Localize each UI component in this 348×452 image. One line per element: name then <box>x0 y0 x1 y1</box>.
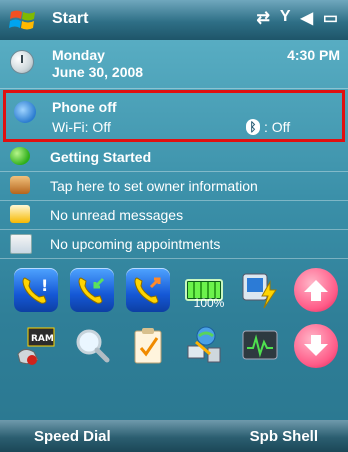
tasks-clipboard-icon[interactable] <box>126 324 170 368</box>
title-text[interactable]: Start <box>52 10 88 28</box>
clock-icon <box>10 50 34 74</box>
soft-key-bar: Speed Dial Spb Shell <box>0 420 348 452</box>
outgoing-call-phone-icon[interactable] <box>126 268 170 312</box>
date-day: Monday <box>52 47 105 63</box>
date-full: June 30, 2008 <box>52 64 144 80</box>
task-manager-icon[interactable] <box>238 324 282 368</box>
search-icon[interactable] <box>70 324 114 368</box>
sync-connect-icon[interactable] <box>182 324 226 368</box>
data-connection-off-icon[interactable]: ⇄ <box>256 8 269 28</box>
status-icons: ⇄ Y ◀ ▭ <box>256 8 338 28</box>
owner-info-icon <box>10 176 30 194</box>
appointments-label: No upcoming appointments <box>50 236 221 252</box>
svg-text:!: ! <box>41 276 48 295</box>
spb-shell-softkey[interactable]: Spb Shell <box>250 428 318 445</box>
wifi-status: Wi-Fi: Off <box>52 119 111 135</box>
power-settings-icon[interactable] <box>238 268 282 312</box>
scroll-down-icon[interactable] <box>294 324 338 368</box>
windows-start-icon[interactable] <box>8 6 38 34</box>
speed-dial-softkey[interactable]: Speed Dial <box>34 428 111 445</box>
getting-started-label: Getting Started <box>50 149 152 165</box>
missed-call-phone-icon[interactable]: ! <box>14 268 58 312</box>
incoming-call-phone-icon[interactable] <box>70 268 114 312</box>
battery-percentage: 100% <box>193 296 225 310</box>
bluetooth-status: : Off <box>264 119 291 135</box>
appointments-item[interactable]: No upcoming appointments <box>0 229 348 259</box>
calendar-icon <box>10 234 32 254</box>
date-time-row[interactable]: Monday June 30, 2008 4:30 PM <box>0 40 348 89</box>
messages-label: No unread messages <box>50 207 184 223</box>
phone-status-title: Phone off <box>52 99 117 115</box>
bluetooth-icon: ᛒ <box>246 119 260 135</box>
owner-info-item[interactable]: Tap here to set owner information <box>0 171 348 201</box>
svg-text:RAM: RAM <box>31 334 54 344</box>
signal-off-icon[interactable]: Y <box>280 8 291 28</box>
scroll-up-icon[interactable] <box>294 268 338 312</box>
phone-status-row[interactable]: Phone off Wi-Fi: Off ᛒ : Off <box>3 90 345 142</box>
wireless-antenna-icon <box>14 101 36 123</box>
time: 4:30 PM <box>287 47 340 63</box>
battery-icon[interactable]: ▭ <box>323 8 338 28</box>
getting-started-icon <box>10 147 30 165</box>
getting-started-item[interactable]: Getting Started <box>0 142 348 172</box>
owner-info-label: Tap here to set owner information <box>50 178 258 194</box>
messages-item[interactable]: No unread messages <box>0 200 348 230</box>
today-screen: Start ⇄ Y ◀ ▭ Monday June 30, 2008 4:30 … <box>0 0 348 452</box>
speaker-muted-icon[interactable]: ◀ <box>301 8 313 28</box>
ram-memory-icon[interactable]: RAM <box>14 324 58 368</box>
messages-icon <box>10 205 30 223</box>
title-bar: Start ⇄ Y ◀ ▭ <box>0 0 348 40</box>
